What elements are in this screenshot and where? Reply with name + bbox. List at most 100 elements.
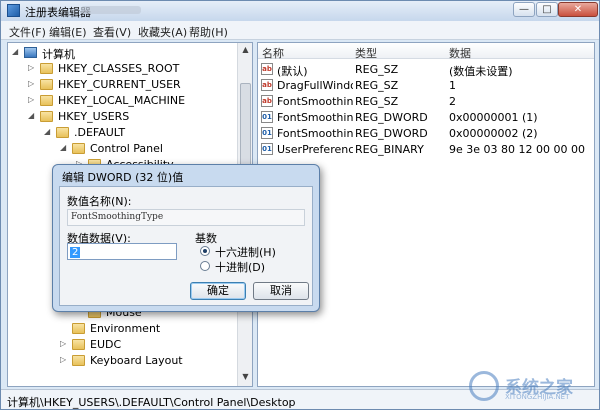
value-type: REG_DWORD bbox=[355, 127, 428, 140]
tree-item-hklm[interactable]: ▷ HKEY_LOCAL_MACHINE bbox=[28, 93, 238, 109]
menu-file[interactable]: 文件(F) bbox=[9, 24, 46, 40]
tree-label-eudc: EUDC bbox=[90, 338, 122, 351]
tree-item-keyboard-layout[interactable]: ▷ Keyboard Layout bbox=[60, 353, 238, 369]
blurred-title-fragment bbox=[81, 6, 141, 14]
base-group-label: 基数 bbox=[195, 232, 217, 245]
radio-decimal[interactable] bbox=[200, 261, 210, 271]
cancel-button[interactable]: 取消 bbox=[253, 282, 309, 300]
expand-toggle-icon[interactable]: ◢ bbox=[28, 111, 36, 120]
radio-hex[interactable] bbox=[200, 246, 210, 256]
tree-item-environment[interactable]: Environment bbox=[60, 321, 238, 337]
folder-icon bbox=[40, 63, 53, 74]
value-name: FontSmoothin... bbox=[277, 111, 353, 124]
radio-hex-label[interactable]: 十六进制(H) bbox=[215, 244, 276, 260]
dialog-body: 数值名称(N): FontSmoothingType 数值数据(V): 2 基数… bbox=[59, 186, 313, 306]
tree-label-control-panel: Control Panel bbox=[90, 142, 163, 155]
list-header: 名称 类型 数据 bbox=[258, 43, 594, 61]
tree-label-computer: 计算机 bbox=[42, 48, 75, 61]
value-data: 9e 3e 03 80 12 00 00 00 bbox=[449, 143, 585, 156]
tree-label-hklm: HKEY_LOCAL_MACHINE bbox=[58, 94, 186, 107]
collapse-toggle-icon[interactable]: ▷ bbox=[28, 79, 36, 88]
column-header-data[interactable]: 数据 bbox=[449, 45, 471, 61]
title-bar[interactable]: 注册表编辑器 — □ ✕ bbox=[1, 1, 599, 21]
menu-view[interactable]: 查看(V) bbox=[93, 24, 131, 40]
collapse-toggle-icon[interactable]: ▷ bbox=[60, 339, 68, 348]
string-value-icon: ab bbox=[261, 79, 273, 91]
tree-item-default[interactable]: ◢ .DEFAULT bbox=[44, 125, 238, 141]
edit-dword-dialog[interactable]: 编辑 DWORD (32 位)值 数值名称(N): FontSmoothingT… bbox=[52, 164, 320, 312]
folder-icon bbox=[72, 323, 85, 334]
list-item[interactable]: ab DragFullWindo... REG_SZ 1 bbox=[258, 77, 594, 93]
tree-item-hkcr[interactable]: ▷ HKEY_CLASSES_ROOT bbox=[28, 61, 238, 77]
tree-label-keyboard-layout: Keyboard Layout bbox=[90, 354, 183, 367]
scroll-up-icon[interactable]: ▲ bbox=[240, 45, 251, 56]
radio-decimal-label[interactable]: 十进制(D) bbox=[215, 259, 265, 275]
dialog-title: 编辑 DWORD (32 位)值 bbox=[62, 171, 184, 184]
tree-item-computer[interactable]: ◢ 计算机 bbox=[12, 45, 232, 61]
collapse-toggle-icon[interactable]: ▷ bbox=[28, 95, 36, 104]
menu-edit[interactable]: 编辑(E) bbox=[49, 24, 87, 40]
value-type: REG_SZ bbox=[355, 63, 399, 76]
list-item[interactable]: ab (默认) REG_SZ (数值未设置) bbox=[258, 61, 594, 78]
value-name-label: 数值名称(N): bbox=[67, 195, 132, 208]
ok-button[interactable]: 确定 bbox=[190, 282, 246, 300]
tree-item-hku[interactable]: ◢ HKEY_USERS bbox=[28, 109, 238, 125]
string-value-icon: ab bbox=[261, 63, 273, 75]
close-button[interactable]: ✕ bbox=[558, 2, 598, 17]
folder-icon bbox=[72, 355, 85, 366]
value-name: UserPreferenc... bbox=[277, 143, 353, 156]
list-item[interactable]: ab FontSmoothing REG_SZ 2 bbox=[258, 93, 594, 109]
value-type: REG_DWORD bbox=[355, 111, 428, 124]
tree-label-hku: HKEY_USERS bbox=[58, 110, 130, 123]
tree-item-eudc[interactable]: ▷ EUDC bbox=[60, 337, 238, 353]
tree-label-hkcr: HKEY_CLASSES_ROOT bbox=[58, 62, 180, 75]
value-type: REG_SZ bbox=[355, 95, 399, 108]
folder-icon bbox=[40, 79, 53, 90]
string-value-icon: ab bbox=[261, 95, 273, 107]
value-data: 0x00000002 (2) bbox=[449, 127, 538, 140]
value-data: 1 bbox=[449, 79, 456, 92]
folder-icon bbox=[56, 127, 69, 138]
value-name-field: FontSmoothingType bbox=[67, 209, 305, 226]
column-header-type[interactable]: 类型 bbox=[355, 45, 377, 61]
value-data-input[interactable]: 2 bbox=[67, 243, 177, 260]
minimize-button[interactable]: — bbox=[513, 2, 535, 17]
value-data: 0x00000001 (1) bbox=[449, 111, 538, 124]
tree-label-environment: Environment bbox=[90, 322, 161, 335]
menu-help[interactable]: 帮助(H) bbox=[189, 24, 228, 40]
column-header-name[interactable]: 名称 bbox=[262, 45, 284, 61]
value-data-text: 2 bbox=[70, 247, 81, 258]
binary-value-icon: 01 bbox=[261, 111, 273, 123]
expand-toggle-icon[interactable]: ◢ bbox=[60, 143, 68, 152]
value-name: FontSmoothing bbox=[277, 95, 353, 108]
maximize-button[interactable]: □ bbox=[536, 2, 558, 17]
scroll-down-icon[interactable]: ▼ bbox=[240, 372, 251, 383]
watermark-subtext: XITONGZHIJIA.NET bbox=[505, 393, 570, 401]
collapse-toggle-icon[interactable]: ▷ bbox=[28, 63, 36, 72]
value-data: 2 bbox=[449, 95, 456, 108]
tree-label-default: .DEFAULT bbox=[74, 126, 126, 139]
status-path: 计算机\HKEY_USERS\.DEFAULT\Control Panel\De… bbox=[7, 396, 296, 409]
collapse-toggle-icon[interactable]: ▷ bbox=[60, 355, 68, 364]
watermark-logo-icon bbox=[469, 371, 499, 401]
list-item[interactable]: 01 FontSmoothin... REG_DWORD 0x00000001 … bbox=[258, 109, 594, 125]
watermark: 系统之家 XITONGZHIJIA.NET bbox=[469, 367, 597, 407]
binary-value-icon: 01 bbox=[261, 143, 273, 155]
value-name: DragFullWindo... bbox=[277, 79, 353, 92]
tree-item-hkcu[interactable]: ▷ HKEY_CURRENT_USER bbox=[28, 77, 238, 93]
menu-bar: 文件(F) 编辑(E) 查看(V) 收藏夹(A) 帮助(H) bbox=[1, 21, 599, 40]
value-type: REG_SZ bbox=[355, 79, 399, 92]
menu-favorites[interactable]: 收藏夹(A) bbox=[138, 24, 187, 40]
value-type: REG_BINARY bbox=[355, 143, 424, 156]
folder-icon bbox=[72, 339, 85, 350]
folder-icon bbox=[72, 143, 85, 154]
folder-icon bbox=[40, 111, 53, 122]
binary-value-icon: 01 bbox=[261, 127, 273, 139]
tree-item-control-panel[interactable]: ◢ Control Panel bbox=[60, 141, 238, 157]
expand-toggle-icon[interactable]: ◢ bbox=[12, 47, 20, 56]
expand-toggle-icon[interactable]: ◢ bbox=[44, 127, 52, 136]
tree-label-hkcu: HKEY_CURRENT_USER bbox=[58, 78, 181, 91]
list-item[interactable]: 01 UserPreferenc... REG_BINARY 9e 3e 03 … bbox=[258, 141, 594, 157]
list-item[interactable]: 01 FontSmoothin... REG_DWORD 0x00000002 … bbox=[258, 125, 594, 141]
computer-icon bbox=[24, 47, 37, 58]
